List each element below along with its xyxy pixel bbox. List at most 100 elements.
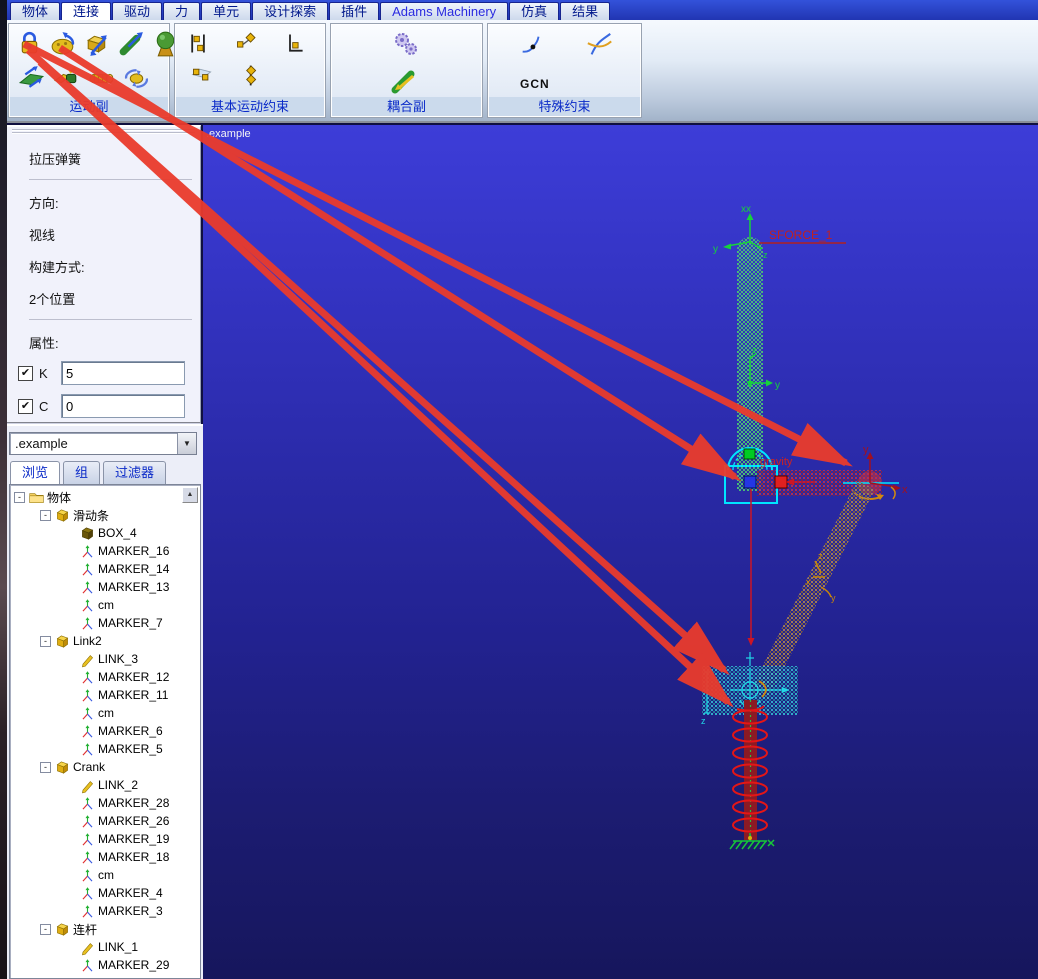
tree-item-cm[interactable]: cm xyxy=(10,866,200,884)
green-handle[interactable] xyxy=(743,448,756,460)
chevron-down-icon[interactable]: ▼ xyxy=(177,433,196,454)
tree-item-label: BOX_4 xyxy=(98,526,137,540)
tree-item-MARKER_19[interactable]: MARKER_19 xyxy=(10,830,200,848)
tree-item-MARKER_26[interactable]: MARKER_26 xyxy=(10,812,200,830)
tree-item-Link2[interactable]: - Link2 xyxy=(10,632,200,650)
tree-expander[interactable]: - xyxy=(40,761,51,773)
translational-joint-icon[interactable] xyxy=(82,28,113,59)
inline-icon[interactable] xyxy=(239,62,266,89)
tab-插件[interactable]: 插件 xyxy=(329,2,380,20)
adams-window: 物体 连接 驱动力单元 设计探索 插件 Adams Machinery 仿真 结果 运动副 基… xyxy=(0,0,1038,979)
tree-item-cm[interactable]: cm xyxy=(10,596,200,614)
c-value-field[interactable] xyxy=(61,394,185,418)
c-checkbox[interactable]: ✔ xyxy=(18,398,33,414)
browser-tab-过滤器[interactable]: 过滤器 xyxy=(103,461,167,485)
curve-point-icon[interactable] xyxy=(518,32,546,60)
tree-item-MARKER_16[interactable]: MARKER_16 xyxy=(10,542,200,560)
tab-结果[interactable]: 结果 xyxy=(560,2,611,20)
gravity-label: gravity xyxy=(760,456,793,468)
perpendicular-icon[interactable] xyxy=(281,30,308,57)
inplane-icon[interactable] xyxy=(189,62,216,89)
tree-item-MARKER_14[interactable]: MARKER_14 xyxy=(10,560,200,578)
group-motion-joints: 运动副 xyxy=(8,23,175,118)
red-handle[interactable] xyxy=(774,475,788,489)
browser-tab-浏览[interactable]: 浏览 xyxy=(10,461,61,485)
panel-grip[interactable] xyxy=(12,129,195,135)
tab-仿真[interactable]: 仿真 xyxy=(509,2,560,20)
tab-连接[interactable]: 连接 xyxy=(61,2,112,20)
constant-velocity-joint-icon[interactable] xyxy=(51,62,82,93)
body-icon xyxy=(54,759,71,776)
panel-title: 拉压弹簧 xyxy=(29,152,82,167)
body-icon xyxy=(54,633,71,650)
revolute-joint-icon[interactable] xyxy=(48,28,79,59)
cylindrical-joint-icon[interactable] xyxy=(116,28,147,59)
tree-item-label: 连杆 xyxy=(73,922,98,937)
tree-item-MARKER_7[interactable]: MARKER_7 xyxy=(10,614,200,632)
tree-item-LINK_3[interactable]: LINK_3 xyxy=(10,650,200,668)
planar-joint-icon[interactable] xyxy=(16,62,47,93)
blue-handle[interactable] xyxy=(743,475,757,489)
marker-icon xyxy=(79,849,96,866)
tree-item-MARKER_5[interactable]: MARKER_5 xyxy=(10,740,200,758)
viewport-3d[interactable]: .example xx y z SFORCE_1 z y gravity y x… xyxy=(203,125,1038,979)
k-checkbox[interactable]: ✔ xyxy=(18,365,33,381)
tree-expander[interactable]: - xyxy=(40,509,51,521)
tree-item-label: MARKER_26 xyxy=(98,814,170,828)
tab-单元[interactable]: 单元 xyxy=(201,2,252,20)
tree-expander[interactable]: - xyxy=(14,491,25,503)
tree-item-label: MARKER_16 xyxy=(98,544,170,558)
tree-item-MARKER_13[interactable]: MARKER_13 xyxy=(10,578,200,596)
tree-item-cm[interactable]: cm xyxy=(10,704,200,722)
brown-link-body[interactable] xyxy=(750,480,875,700)
tree-item-MARKER_3[interactable]: MARKER_3 xyxy=(10,902,200,920)
tree-item-LINK_1[interactable]: LINK_1 xyxy=(10,938,200,956)
tab-力[interactable]: 力 xyxy=(163,2,201,20)
browser-tabs: 浏览组过滤器 xyxy=(10,461,167,485)
tree-item-MARKER_6[interactable]: MARKER_6 xyxy=(10,722,200,740)
hooke-joint-icon[interactable] xyxy=(121,62,152,93)
axis-label-z: z xyxy=(701,716,706,726)
tab-设计探索[interactable]: 设计探索 xyxy=(252,2,329,20)
axis-label-x: x xyxy=(902,484,908,496)
group-couplers: 耦合副 xyxy=(330,23,483,118)
tree-item-BOX_4[interactable]: BOX_4 xyxy=(10,524,200,542)
sforce-label[interactable]: SFORCE_1 xyxy=(769,228,833,242)
gear-pair-icon[interactable] xyxy=(391,30,421,60)
tab-驱动[interactable]: 驱动 xyxy=(112,2,163,20)
tree-item-连杆[interactable]: - 连杆 xyxy=(10,920,200,938)
tab-Adams Machinery[interactable]: Adams Machinery xyxy=(380,2,509,20)
parallel-axes-icon[interactable] xyxy=(185,30,212,57)
tree-item-LINK_2[interactable]: LINK_2 xyxy=(10,776,200,794)
tree-expander[interactable]: - xyxy=(40,635,51,647)
tree-item-物体[interactable]: - 物体 xyxy=(10,488,200,506)
axis-label-y: y xyxy=(775,380,780,391)
tree-item-MARKER_28[interactable]: MARKER_28 xyxy=(10,794,200,812)
tree-item-MARKER_4[interactable]: MARKER_4 xyxy=(10,884,200,902)
tree-item-label: MARKER_7 xyxy=(98,616,163,630)
marker-icon xyxy=(79,723,96,740)
method-value[interactable]: 2个位置 xyxy=(29,289,200,308)
axis-label-z: z xyxy=(818,551,823,561)
model-selector-dropdown[interactable]: .example ▼ xyxy=(9,432,197,455)
tree-item-MARKER_11[interactable]: MARKER_11 xyxy=(10,686,200,704)
group-label-couplers: 耦合副 xyxy=(332,97,481,116)
k-value-field[interactable] xyxy=(61,361,185,385)
fixed-joint-icon[interactable] xyxy=(14,28,45,59)
tree-item-Crank[interactable]: - Crank xyxy=(10,758,200,776)
tree-item-MARKER_12[interactable]: MARKER_12 xyxy=(10,668,200,686)
tree-item-MARKER_29[interactable]: MARKER_29 xyxy=(10,956,200,974)
direction-value[interactable]: 视线 xyxy=(29,225,200,244)
coupler-icon[interactable] xyxy=(389,66,419,96)
tree-expander[interactable]: - xyxy=(40,923,51,935)
browser-tab-组[interactable]: 组 xyxy=(63,461,101,485)
tree-item-MARKER_18[interactable]: MARKER_18 xyxy=(10,848,200,866)
gcn-icon-label[interactable]: GCN xyxy=(520,77,550,91)
scroll-up-button[interactable]: ▲ xyxy=(182,487,198,503)
screw-joint-icon[interactable] xyxy=(86,62,117,93)
tab-物体[interactable]: 物体 xyxy=(10,2,61,20)
curve-curve-icon[interactable] xyxy=(586,32,614,60)
orientation-constraint-icon[interactable] xyxy=(233,30,260,57)
tree-item-滑动条[interactable]: - 滑动条 xyxy=(10,506,200,524)
tree-item-label: LINK_1 xyxy=(98,940,139,954)
